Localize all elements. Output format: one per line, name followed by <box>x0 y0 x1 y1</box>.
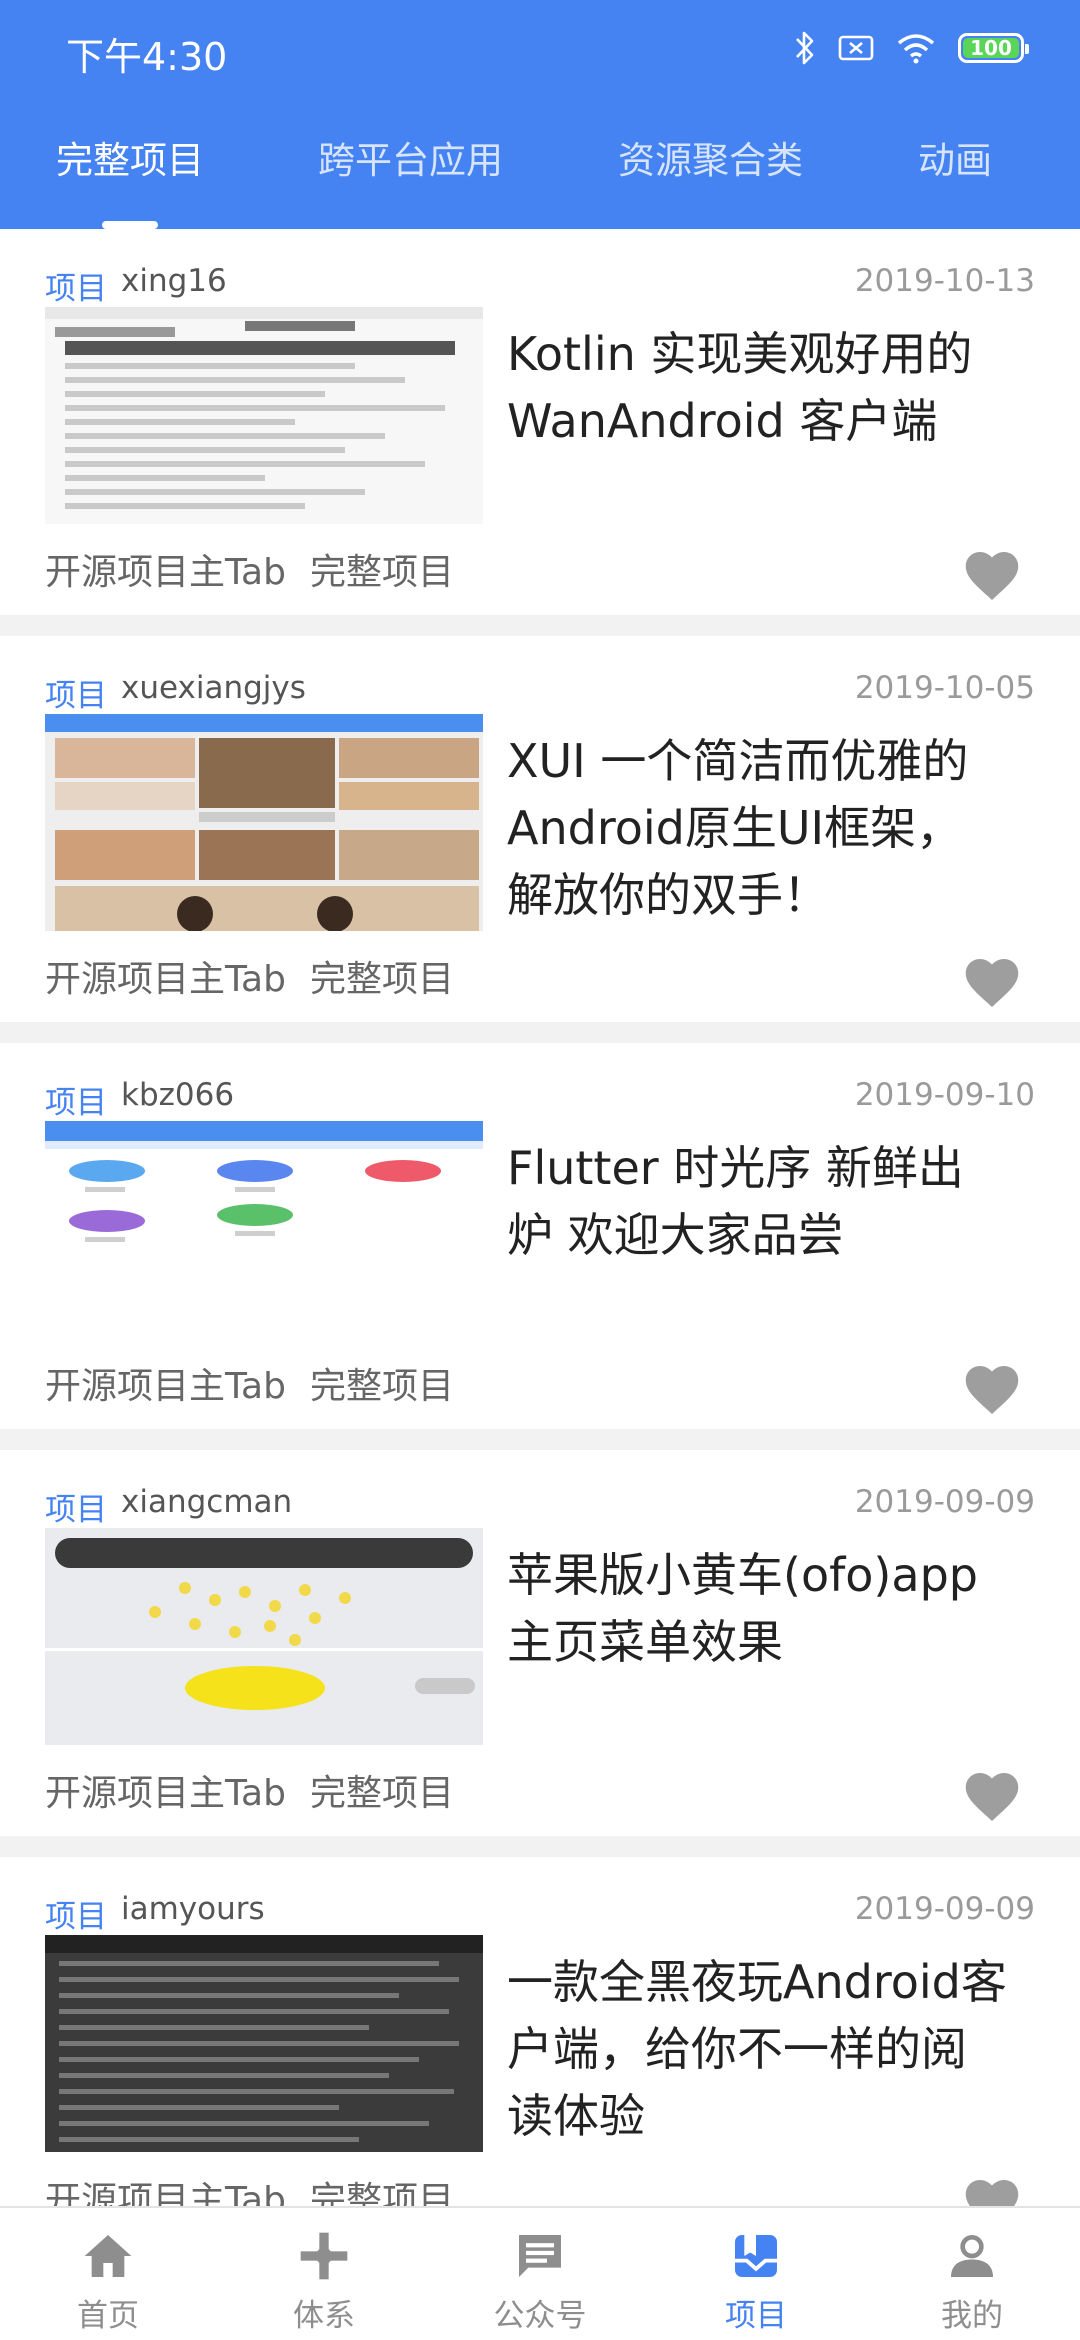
project-tag: 项目 <box>45 1899 107 1935</box>
project-tag: 项目 <box>45 678 107 714</box>
tab-resource-aggregation[interactable]: 资源聚合类 <box>618 130 803 184</box>
project-thumbnail <box>45 1935 483 2152</box>
author-name: xing16 <box>121 263 227 299</box>
publish-date: 2019-10-05 <box>854 670 1035 706</box>
project-tag: 项目 <box>45 1492 107 1528</box>
nav-label: 公众号 <box>493 2298 587 2334</box>
status-bar: 下午4:30 100 <box>0 0 1080 96</box>
category-tabs: 完整项目 跨平台应用 资源聚合类 动画 <box>0 110 1080 229</box>
chapter-super-name: 开源项目主Tab <box>45 1773 286 1814</box>
chapter-super-name: 开源项目主Tab <box>45 1366 286 1407</box>
chapter-name: 完整项目 <box>309 1773 454 1814</box>
chapter-name: 完整项目 <box>309 552 454 593</box>
author-name: kbz066 <box>121 1077 235 1113</box>
bottom-navigation: 首页 体系 公众号 项目 我的 <box>0 2206 1080 2340</box>
project-thumbnail <box>45 307 483 524</box>
publish-date: 2019-09-09 <box>854 1891 1035 1927</box>
battery-indicator: 100 <box>958 33 1029 63</box>
author-name: xuexiangjys <box>121 670 306 706</box>
project-thumbnail <box>45 714 483 931</box>
chapter-name: 完整项目 <box>309 959 454 1000</box>
project-title: 苹果版小黄车(ofo)app主页菜单效果 <box>507 1548 978 1669</box>
nav-label: 首页 <box>77 2298 139 2334</box>
chapter-tags: 开源项目主Tab 完整项目 <box>45 543 454 595</box>
tab-indicator <box>102 221 158 229</box>
project-card[interactable]: 项目 xuexiangjys 2019-10-05 XUI 一个简洁而优雅的An… <box>0 636 1080 1022</box>
project-icon <box>735 2235 777 2277</box>
tab-cross-platform[interactable]: 跨平台应用 <box>318 130 503 184</box>
message-icon <box>519 2235 561 2277</box>
nav-item-system[interactable]: 体系 <box>216 2208 432 2340</box>
nav-item-mine[interactable]: 我的 <box>864 2208 1080 2340</box>
project-title: Kotlin 实现美观好用的 WanAndroid 客户端 <box>507 327 973 448</box>
user-icon <box>951 2235 993 2277</box>
heart-icon[interactable] <box>962 547 1022 603</box>
chapter-tags: 开源项目主Tab 完整项目 <box>45 1357 454 1409</box>
project-card[interactable]: 项目 xiangcman 2019-09-09 苹果版小黄车(ofo)app主页… <box>0 1450 1080 1836</box>
nav-label: 我的 <box>941 2298 1003 2334</box>
heart-icon[interactable] <box>962 1361 1022 1417</box>
project-thumbnail <box>45 1121 483 1338</box>
project-thumbnail <box>45 1528 483 1745</box>
no-sim-icon <box>838 35 874 61</box>
publish-date: 2019-10-13 <box>854 263 1035 299</box>
author-name: iamyours <box>121 1891 265 1927</box>
wifi-icon <box>897 34 935 64</box>
project-card[interactable]: 项目 iamyours 2019-09-09 一款全黑夜玩Android客户端，… <box>0 1857 1080 2243</box>
project-card[interactable]: 项目 kbz066 2019-09-10 Flutter 时光序 新鲜出炉 欢迎… <box>0 1043 1080 1429</box>
chapter-super-name: 开源项目主Tab <box>45 552 286 593</box>
system-icon <box>300 2232 348 2280</box>
nav-item-project[interactable]: 项目 <box>648 2208 864 2340</box>
heart-icon[interactable] <box>962 954 1022 1010</box>
project-title: Flutter 时光序 新鲜出炉 欢迎大家品尝 <box>507 1141 964 1262</box>
nav-label: 体系 <box>293 2298 355 2334</box>
nav-item-home[interactable]: 首页 <box>0 2208 216 2340</box>
status-time: 下午4:30 <box>66 35 228 79</box>
status-icons: 100 <box>794 28 1029 68</box>
project-card[interactable]: 项目 xing16 2019-10-13 Kotlin 实现美观好用的 WanA… <box>0 229 1080 615</box>
chapter-super-name: 开源项目主Tab <box>45 959 286 1000</box>
home-icon <box>84 2235 132 2277</box>
nav-label: 项目 <box>725 2298 787 2334</box>
project-title: 一款全黑夜玩Android客户端，给你不一样的阅读体验 <box>507 1955 1007 2143</box>
heart-icon[interactable] <box>962 1768 1022 1824</box>
tab-complete-projects[interactable]: 完整项目 <box>56 130 204 184</box>
bluetooth-icon <box>796 31 814 65</box>
chapter-tags: 开源项目主Tab 完整项目 <box>45 1764 454 1816</box>
app-header: 下午4:30 100 完整项目 跨平台应用 资源聚合类 动画 <box>0 0 1080 229</box>
publish-date: 2019-09-09 <box>854 1484 1035 1520</box>
author-name: xiangcman <box>121 1484 293 1520</box>
nav-item-wechat-accounts[interactable]: 公众号 <box>432 2208 648 2340</box>
project-title: XUI 一个简洁而优雅的Android原生UI框架，解放你的双手！ <box>507 734 969 922</box>
chapter-tags: 开源项目主Tab 完整项目 <box>45 950 454 1002</box>
tab-animation[interactable]: 动画 <box>918 130 992 184</box>
project-tag: 项目 <box>45 1085 107 1121</box>
project-tag: 项目 <box>45 271 107 307</box>
publish-date: 2019-09-10 <box>854 1077 1035 1113</box>
chapter-name: 完整项目 <box>309 1366 454 1407</box>
